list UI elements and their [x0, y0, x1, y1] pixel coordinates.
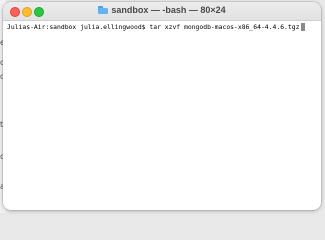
- command-text: tar xzvf mongodb-macos-x86_64-4.4.6.tgz: [149, 23, 300, 31]
- text-cursor: [301, 23, 306, 31]
- shell-prompt: Julias-Air:sandbox julia.ellingwood$: [7, 23, 146, 31]
- terminal-window[interactable]: sandbox — -bash — 80×24 Julias-Air:sandb…: [3, 2, 321, 210]
- window-title-text: sandbox — -bash — 80×24: [111, 5, 226, 15]
- window-title: sandbox — -bash — 80×24: [3, 5, 321, 15]
- title-bar[interactable]: sandbox — -bash — 80×24: [3, 2, 321, 21]
- command-line: Julias-Air:sandbox julia.ellingwood$ tar…: [7, 23, 317, 32]
- folder-icon: [98, 6, 109, 14]
- terminal-content[interactable]: Julias-Air:sandbox julia.ellingwood$ tar…: [3, 21, 321, 210]
